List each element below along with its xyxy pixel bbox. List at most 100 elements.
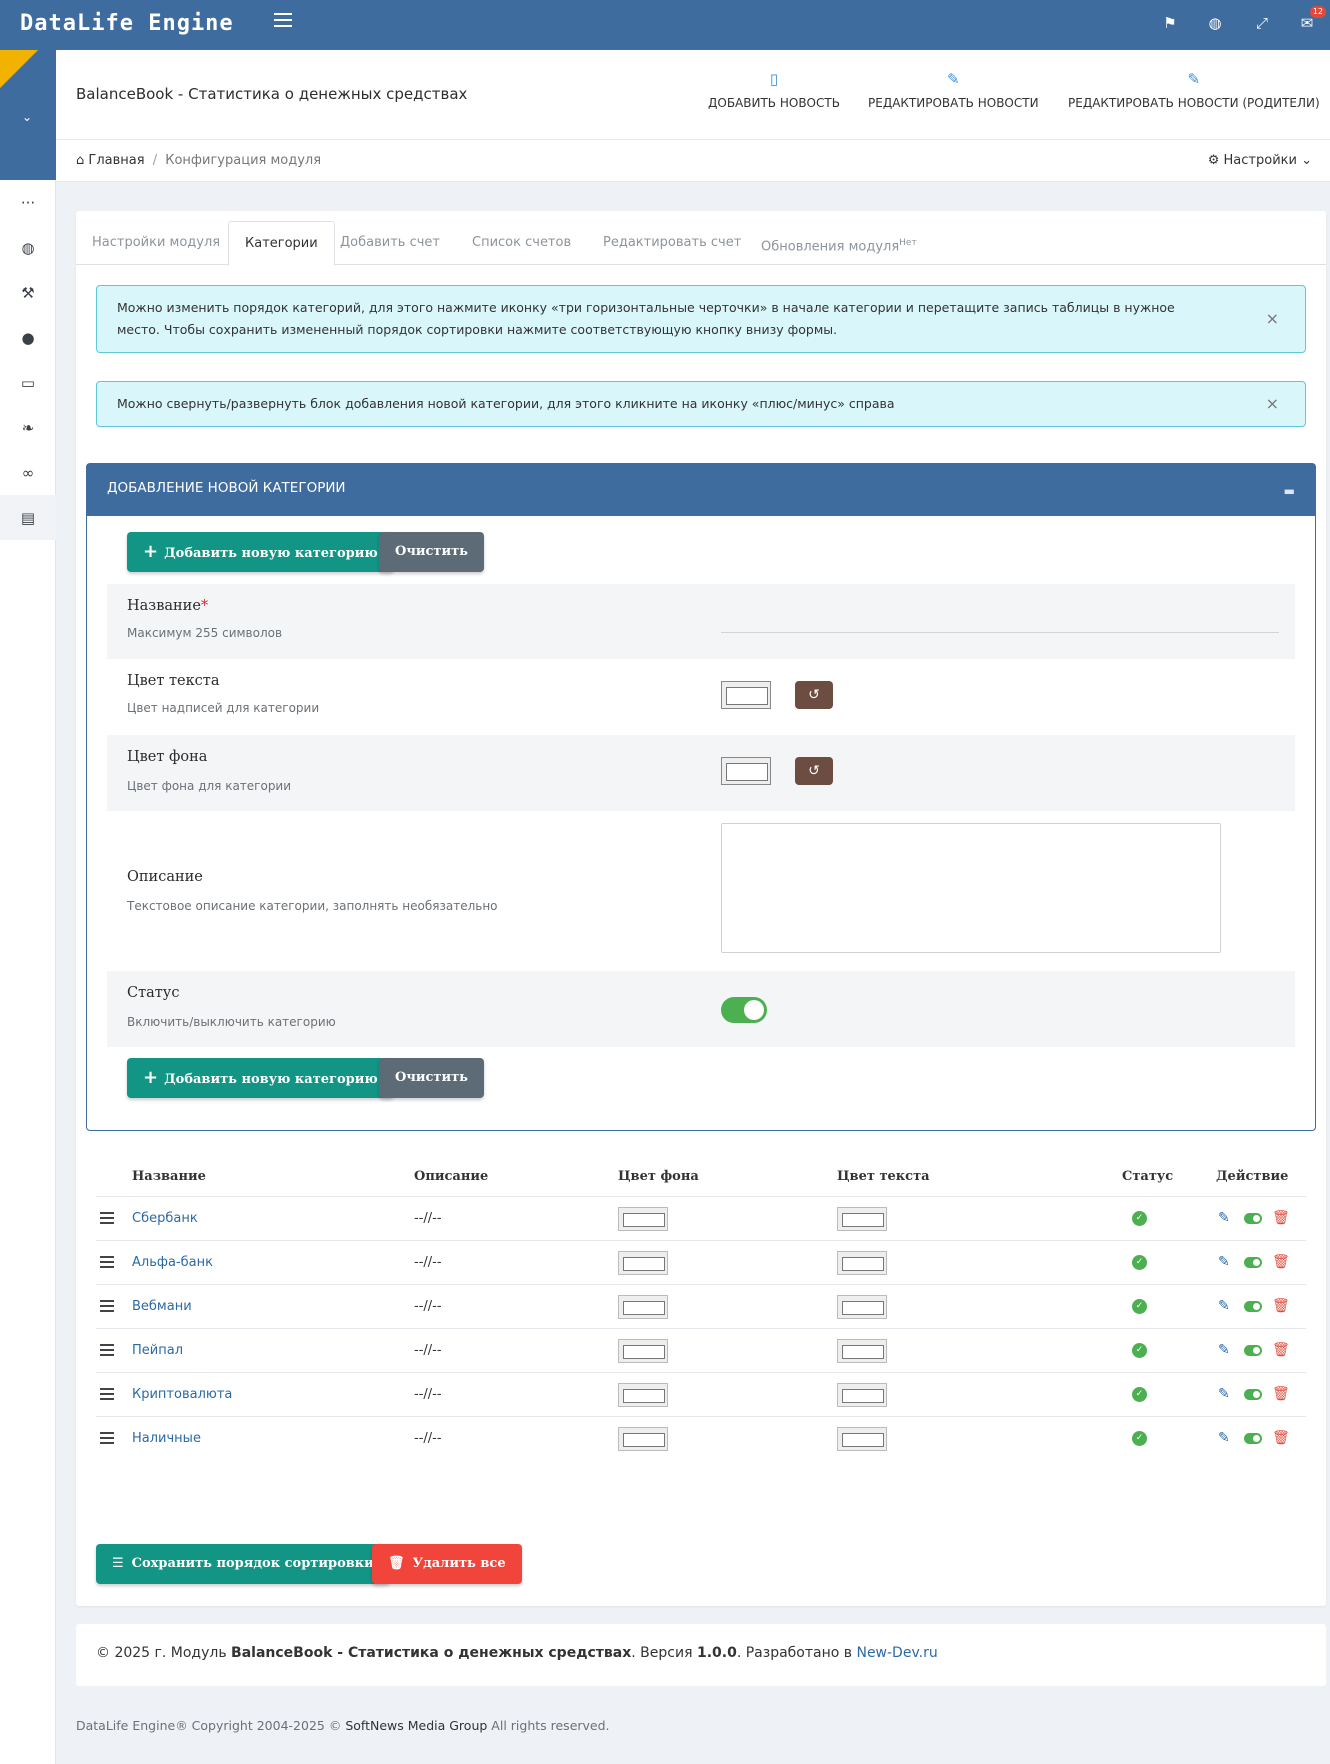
close-icon[interactable]: × — [1266, 308, 1279, 330]
settings-dropdown[interactable]: ⚙ Настройки ⌄ — [1208, 153, 1312, 168]
category-description: --//-- — [414, 1343, 442, 1358]
brand-logo[interactable]: DataLife Engine — [20, 11, 234, 36]
edit-pencil-icon[interactable]: ✎ — [1218, 1342, 1230, 1358]
description-textarea[interactable] — [721, 823, 1221, 953]
trash-icon[interactable]: 🗑 — [1272, 1342, 1290, 1358]
menu-toggle-icon[interactable] — [274, 13, 292, 31]
delete-all-button[interactable]: 🗑 Удалить все — [372, 1544, 522, 1584]
bg-color-swatch — [618, 1339, 668, 1363]
category-name-link[interactable]: Наличные — [132, 1431, 201, 1446]
mail-icon[interactable]: ✉ 12 — [1296, 6, 1326, 34]
drag-handle-icon[interactable] — [100, 1432, 114, 1447]
main-panel: Настройки модуля Категории Добавить счет… — [76, 211, 1326, 1606]
collapse-icon[interactable]: ▬ — [1284, 484, 1295, 498]
text-color-hint: Цвет надписей для категории — [127, 701, 320, 715]
category-name-link[interactable]: Сбербанк — [132, 1211, 198, 1226]
trash-icon[interactable]: 🗑 — [1272, 1430, 1290, 1446]
tab-module-settings[interactable]: Настройки модуля — [76, 221, 236, 265]
user-icon[interactable]: ● — [0, 315, 56, 360]
plus-icon: + — [143, 541, 159, 562]
top-bar: DataLife Engine ⚑ ◍ ⤢ ✉ 12 — [0, 0, 1330, 50]
text-color-picker[interactable] — [721, 681, 771, 709]
name-hint: Максимум 255 символов — [127, 626, 283, 640]
edit-pencil-icon[interactable]: ✎ — [1218, 1298, 1230, 1314]
table-row: Альфа-банк --//-- ✓ ✎ 🗑 — [96, 1240, 1306, 1284]
edit-pencil-icon[interactable]: ✎ — [1218, 1430, 1230, 1446]
category-name-link[interactable]: Вебмани — [132, 1299, 192, 1314]
wrench-icon[interactable]: ⚒ — [0, 270, 56, 315]
category-name-link[interactable]: Криптовалюта — [132, 1387, 232, 1402]
drag-handle-icon[interactable] — [100, 1388, 114, 1403]
toggle-status-icon[interactable] — [1244, 1301, 1262, 1312]
check-circle-icon: ✓ — [1132, 1299, 1147, 1314]
edit-icon: ✎ — [946, 70, 960, 88]
col-description: Описание — [414, 1169, 489, 1184]
edit-pencil-icon[interactable]: ✎ — [1218, 1210, 1230, 1226]
toggle-status-icon[interactable] — [1244, 1433, 1262, 1444]
status-hint: Включить/выключить категорию — [127, 1015, 336, 1029]
more-icon[interactable]: ··· — [0, 180, 56, 225]
leaf-icon[interactable]: ❧ — [0, 405, 56, 450]
edit-icon: ✎ — [1187, 70, 1201, 88]
toggle-status-icon[interactable] — [1244, 1389, 1262, 1400]
bg-color-hint: Цвет фона для категории — [127, 779, 292, 793]
toggle-status-icon[interactable] — [1244, 1213, 1262, 1224]
table-row: Вебмани --//-- ✓ ✎ 🗑 — [96, 1284, 1306, 1328]
company-link[interactable]: SoftNews Media Group — [345, 1718, 487, 1733]
clear-button[interactable]: Очистить — [379, 532, 484, 572]
add-news-button[interactable]: ▯ ДОБАВИТЬ НОВОСТЬ — [708, 70, 840, 110]
text-color-swatch — [837, 1383, 887, 1407]
edit-news-parents-button[interactable]: ✎ РЕДАКТИРОВАТЬ НОВОСТИ (РОДИТЕЛИ) — [1068, 70, 1320, 110]
info-alert-sort: Можно изменить порядок категорий, для эт… — [96, 285, 1306, 353]
drag-handle-icon[interactable] — [100, 1344, 114, 1359]
bg-color-reset-button[interactable]: ↺ — [795, 757, 833, 785]
tab-module-updates[interactable]: Обновления модуляНет — [745, 221, 933, 265]
laptop-icon[interactable]: ▭ — [0, 360, 56, 405]
drag-handle-icon[interactable] — [100, 1300, 114, 1315]
trash-icon[interactable]: 🗑 — [1272, 1254, 1290, 1270]
check-circle-icon: ✓ — [1132, 1343, 1147, 1358]
tab-account-list[interactable]: Список счетов — [456, 221, 587, 265]
trash-icon[interactable]: 🗑 — [1272, 1386, 1290, 1402]
globe-icon[interactable]: ◍ — [1204, 12, 1226, 34]
add-category-button-bottom[interactable]: + Добавить новую категорию — [127, 1058, 394, 1098]
tab-add-account[interactable]: Добавить счет — [324, 221, 456, 265]
name-label: Название — [127, 598, 201, 614]
edit-pencil-icon[interactable]: ✎ — [1218, 1386, 1230, 1402]
trash-icon[interactable]: 🗑 — [1272, 1298, 1290, 1314]
edit-pencil-icon[interactable]: ✎ — [1218, 1254, 1230, 1270]
status-toggle[interactable] — [721, 997, 767, 1023]
text-color-row: Цвет текста Цвет надписей для категории … — [107, 659, 1295, 734]
save-sort-order-button[interactable]: ☰ Сохранить порядок сортировки — [96, 1544, 390, 1584]
drag-handle-icon[interactable] — [100, 1256, 114, 1271]
bg-color-picker[interactable] — [721, 757, 771, 785]
name-input[interactable] — [721, 632, 1279, 633]
module-footer: © 2025 г. Модуль BalanceBook - Статистик… — [76, 1624, 1326, 1686]
add-category-button[interactable]: + Добавить новую категорию — [127, 532, 394, 572]
text-color-reset-button[interactable]: ↺ — [795, 681, 833, 709]
tab-categories[interactable]: Категории — [228, 221, 335, 266]
link-icon[interactable]: ∞ — [0, 450, 56, 495]
trash-icon[interactable]: 🗑 — [1272, 1210, 1290, 1226]
language-icon[interactable]: ⚑ — [1159, 12, 1181, 34]
clear-button-bottom[interactable]: Очистить — [379, 1058, 484, 1098]
toggle-status-icon[interactable] — [1244, 1257, 1262, 1268]
list-icon[interactable]: ▤ — [0, 495, 56, 540]
col-bg-color: Цвет фона — [618, 1169, 699, 1184]
globe-icon[interactable]: ◍ — [0, 225, 56, 270]
close-icon[interactable]: × — [1266, 393, 1279, 415]
edit-news-button[interactable]: ✎ РЕДАКТИРОВАТЬ НОВОСТИ — [868, 70, 1039, 110]
toggle-status-icon[interactable] — [1244, 1345, 1262, 1356]
fullscreen-icon[interactable]: ⤢ — [1251, 12, 1273, 34]
category-description: --//-- — [414, 1387, 442, 1402]
breadcrumb-home[interactable]: Главная — [88, 153, 144, 168]
tab-edit-account[interactable]: Редактировать счет — [587, 221, 757, 265]
category-name-link[interactable]: Альфа-банк — [132, 1255, 213, 1270]
category-name-link[interactable]: Пейпал — [132, 1343, 183, 1358]
drag-handle-icon[interactable] — [100, 1212, 114, 1227]
text-color-label: Цвет текста — [127, 673, 220, 689]
developer-link[interactable]: New-Dev.ru — [856, 1645, 937, 1661]
sidebar-logo[interactable]: ⌄ — [0, 50, 56, 180]
breadcrumb: ⌂ Главная / Конфигурация модуля ⚙ Настро… — [56, 140, 1330, 182]
home-icon: ⌂ — [76, 153, 85, 168]
